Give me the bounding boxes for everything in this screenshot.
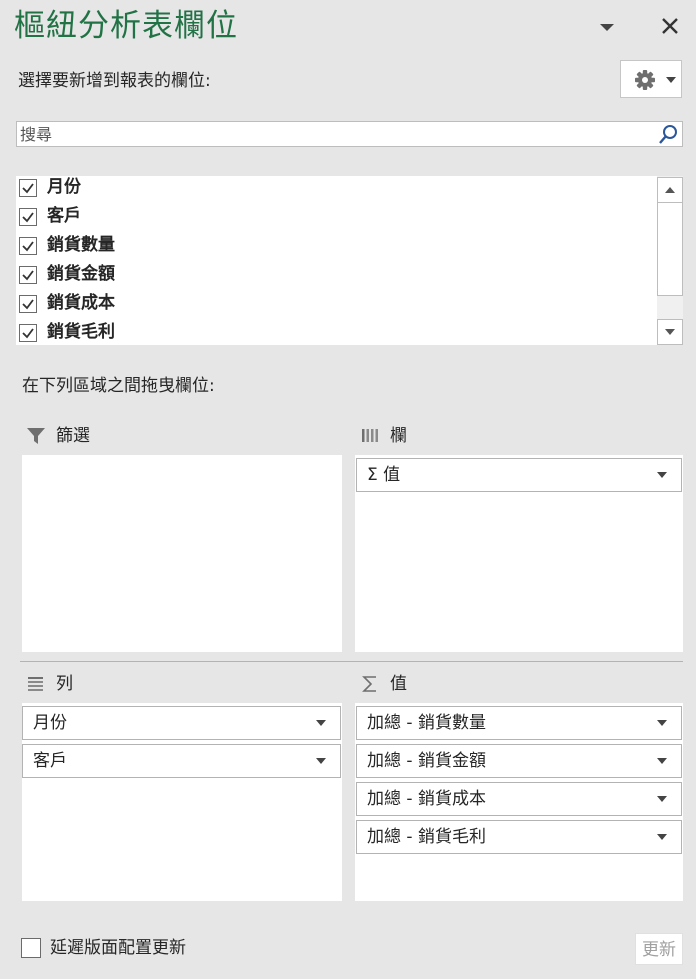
columns-icon bbox=[362, 429, 378, 442]
field-item-sales-cost[interactable]: 銷貨成本 bbox=[16, 292, 656, 321]
defer-update-label: 延遲版面配置更新 bbox=[50, 938, 186, 958]
field-list: 月份 客戶 銷貨數量 銷貨金額 銷貨成本 銷貨毛利 bbox=[16, 176, 683, 345]
tools-button[interactable] bbox=[620, 60, 682, 98]
field-label: 銷貨成本 bbox=[47, 293, 115, 313]
field-item-month[interactable]: 月份 bbox=[16, 176, 656, 205]
columns-area-label: 欄 bbox=[390, 426, 407, 446]
field-item-sales-amount[interactable]: 銷貨金額 bbox=[16, 263, 656, 292]
columns-item-values[interactable]: Σ 值 bbox=[356, 458, 682, 492]
field-label: 銷貨金額 bbox=[47, 264, 115, 284]
field-checkbox[interactable] bbox=[19, 208, 37, 226]
pill-label: 月份 bbox=[33, 713, 67, 733]
field-checkbox[interactable] bbox=[19, 295, 37, 313]
rows-area-label: 列 bbox=[56, 674, 73, 694]
values-item-sum-profit[interactable]: 加總 - 銷貨毛利 bbox=[356, 820, 682, 854]
pane-options-dropdown-icon[interactable] bbox=[598, 18, 616, 36]
pill-label: Σ 值 bbox=[367, 465, 401, 485]
chevron-down-icon[interactable] bbox=[657, 796, 667, 802]
rows-item-month[interactable]: 月份 bbox=[22, 706, 341, 740]
chevron-down-icon[interactable] bbox=[316, 758, 326, 764]
pill-label: 加總 - 銷貨數量 bbox=[367, 713, 486, 733]
chevron-down-icon[interactable] bbox=[316, 720, 326, 726]
choose-fields-label: 選擇要新增到報表的欄位: bbox=[18, 71, 211, 91]
rows-item-customer[interactable]: 客戶 bbox=[22, 744, 341, 778]
chevron-down-icon[interactable] bbox=[657, 720, 667, 726]
defer-update-checkbox[interactable] bbox=[21, 938, 41, 958]
pill-label: 加總 - 銷貨毛利 bbox=[367, 827, 486, 847]
field-item-customer[interactable]: 客戶 bbox=[16, 205, 656, 234]
field-label: 銷貨數量 bbox=[47, 235, 115, 255]
field-label: 月份 bbox=[47, 177, 81, 197]
field-checkbox[interactable] bbox=[19, 266, 37, 284]
filter-icon bbox=[27, 428, 45, 444]
field-checkbox[interactable] bbox=[19, 324, 37, 342]
pill-label: 加總 - 銷貨金額 bbox=[367, 751, 486, 771]
sigma-icon bbox=[362, 676, 376, 692]
field-label: 客戶 bbox=[47, 206, 81, 226]
update-button[interactable]: 更新 bbox=[635, 933, 683, 965]
pill-label: 加總 - 銷貨成本 bbox=[367, 789, 486, 809]
rows-icon bbox=[28, 677, 43, 691]
area-divider bbox=[20, 661, 683, 662]
field-item-sales-qty[interactable]: 銷貨數量 bbox=[16, 234, 656, 263]
field-list-scrollbar[interactable] bbox=[657, 176, 683, 345]
filters-area-label: 篩選 bbox=[56, 426, 90, 446]
pill-label: 客戶 bbox=[33, 751, 67, 771]
values-item-sum-amount[interactable]: 加總 - 銷貨金額 bbox=[356, 744, 682, 778]
pane-title: 樞紐分析表欄位 bbox=[14, 8, 238, 44]
values-area-label: 值 bbox=[390, 674, 407, 694]
field-label: 銷貨毛利 bbox=[47, 322, 115, 342]
chevron-up-icon[interactable] bbox=[657, 177, 683, 203]
chevron-down-icon[interactable] bbox=[657, 472, 667, 478]
search-input[interactable] bbox=[17, 122, 657, 146]
field-item-gross-profit[interactable]: 銷貨毛利 bbox=[16, 321, 656, 350]
scroll-thumb[interactable] bbox=[657, 202, 683, 296]
drag-areas-label: 在下列區域之間拖曳欄位: bbox=[22, 376, 215, 396]
field-checkbox[interactable] bbox=[19, 179, 37, 197]
close-icon[interactable] bbox=[660, 16, 680, 36]
gear-icon bbox=[635, 70, 676, 90]
chevron-down-icon[interactable] bbox=[657, 758, 667, 764]
search-box[interactable] bbox=[16, 121, 683, 147]
chevron-down-icon[interactable] bbox=[657, 319, 683, 345]
field-checkbox[interactable] bbox=[19, 237, 37, 255]
filters-drop-zone[interactable] bbox=[22, 455, 342, 652]
values-item-sum-cost[interactable]: 加總 - 銷貨成本 bbox=[356, 782, 682, 816]
values-item-sum-qty[interactable]: 加總 - 銷貨數量 bbox=[356, 706, 682, 740]
search-icon[interactable] bbox=[658, 123, 680, 145]
chevron-down-icon[interactable] bbox=[657, 834, 667, 840]
